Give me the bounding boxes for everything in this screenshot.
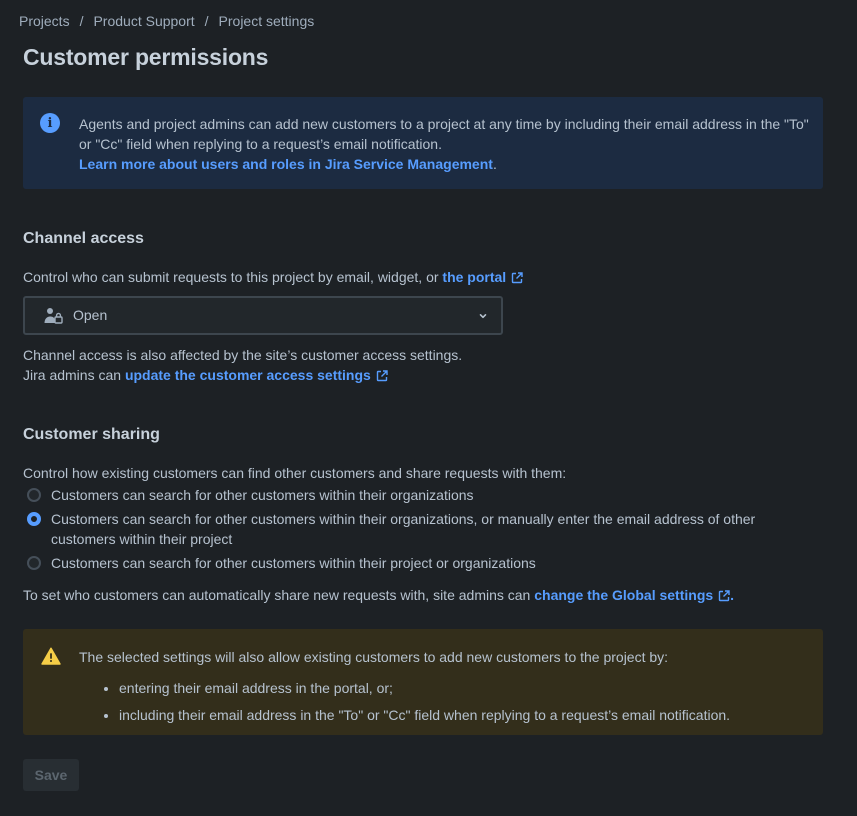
info-panel: i Agents and project admins can add new … bbox=[23, 97, 823, 189]
radio-label: Customers can search for other customers… bbox=[51, 555, 536, 571]
radio-option-organizations-or-email[interactable]: Customers can search for other customers… bbox=[27, 509, 755, 549]
save-button[interactable]: Save bbox=[23, 759, 79, 791]
external-link-icon bbox=[512, 272, 523, 284]
breadcrumb-project-settings[interactable]: Project settings bbox=[219, 13, 315, 29]
external-link-icon bbox=[376, 370, 388, 382]
roles-learn-more-link[interactable]: Learn more about users and roles in Jira… bbox=[79, 156, 493, 172]
warning-list: entering their email address in the port… bbox=[119, 675, 730, 729]
radio-button[interactable] bbox=[27, 488, 41, 502]
breadcrumb-projects[interactable]: Projects bbox=[19, 13, 70, 29]
customer-permissions-page: Projects / Product Support / Project set… bbox=[0, 0, 857, 816]
customer-access-note-prefix: Jira admins can bbox=[23, 367, 125, 383]
info-text: Agents and project admins can add new cu… bbox=[79, 114, 809, 174]
portal-link-label: the portal bbox=[442, 269, 507, 285]
portal-link[interactable]: the portal bbox=[442, 269, 523, 285]
info-link-suffix: . bbox=[492, 156, 497, 172]
update-customer-access-label: update the customer access settings bbox=[124, 367, 371, 383]
channel-access-value: Open bbox=[73, 307, 108, 323]
chevron-down-icon bbox=[479, 314, 487, 319]
radio-label-line: customers within their project bbox=[51, 531, 233, 547]
global-settings-prefix: To set who customers can automatically s… bbox=[23, 587, 535, 603]
warning-text: The selected settings will also allow ex… bbox=[79, 649, 669, 665]
channel-access-description: Control who can submit requests to this … bbox=[23, 267, 523, 287]
people-lock-icon bbox=[44, 308, 63, 324]
update-customer-access-link[interactable]: update the customer access settings bbox=[125, 367, 388, 383]
channel-access-heading: Channel access bbox=[23, 230, 144, 247]
radio-button-selected[interactable] bbox=[27, 512, 41, 526]
breadcrumb-separator: / bbox=[204, 13, 209, 29]
warning-list-item: including their email address in the "To… bbox=[119, 702, 730, 729]
channel-access-select[interactable]: Open bbox=[23, 296, 503, 335]
page-title: Customer permissions bbox=[23, 44, 269, 70]
warning-panel: The selected settings will also allow ex… bbox=[23, 629, 823, 735]
customer-sharing-heading: Customer sharing bbox=[23, 426, 160, 443]
warning-icon bbox=[41, 647, 61, 665]
customer-sharing-description: Control how existing customers can find … bbox=[23, 465, 567, 481]
breadcrumb: Projects / Product Support / Project set… bbox=[19, 12, 314, 30]
global-settings-suffix: . bbox=[730, 587, 735, 603]
external-link-icon bbox=[718, 590, 730, 602]
radio-option-organizations[interactable]: Customers can search for other customers… bbox=[27, 485, 474, 505]
radio-label: Customers can search for other customers… bbox=[51, 509, 755, 549]
warning-list-item: entering their email address in the port… bbox=[119, 675, 730, 702]
radio-button[interactable] bbox=[27, 556, 41, 570]
change-global-settings-link[interactable]: change the Global settings bbox=[534, 587, 730, 603]
channel-access-description-text: Control who can submit requests to this … bbox=[23, 269, 443, 285]
radio-label-line: Customers can search for other customers… bbox=[51, 511, 756, 527]
info-icon: i bbox=[40, 113, 60, 133]
breadcrumb-separator: / bbox=[79, 13, 84, 29]
change-global-settings-label: change the Global settings bbox=[534, 587, 714, 603]
global-settings-note: To set who customers can automatically s… bbox=[23, 585, 734, 605]
radio-label: Customers can search for other customers… bbox=[51, 487, 474, 503]
breadcrumb-product-support[interactable]: Product Support bbox=[93, 13, 194, 29]
channel-access-note: Channel access is also affected by the s… bbox=[23, 347, 463, 363]
customer-access-settings-note: Jira admins can update the customer acce… bbox=[23, 365, 388, 385]
info-message: Agents and project admins can add new cu… bbox=[79, 116, 809, 152]
radio-option-project-or-organizations[interactable]: Customers can search for other customers… bbox=[27, 553, 536, 573]
